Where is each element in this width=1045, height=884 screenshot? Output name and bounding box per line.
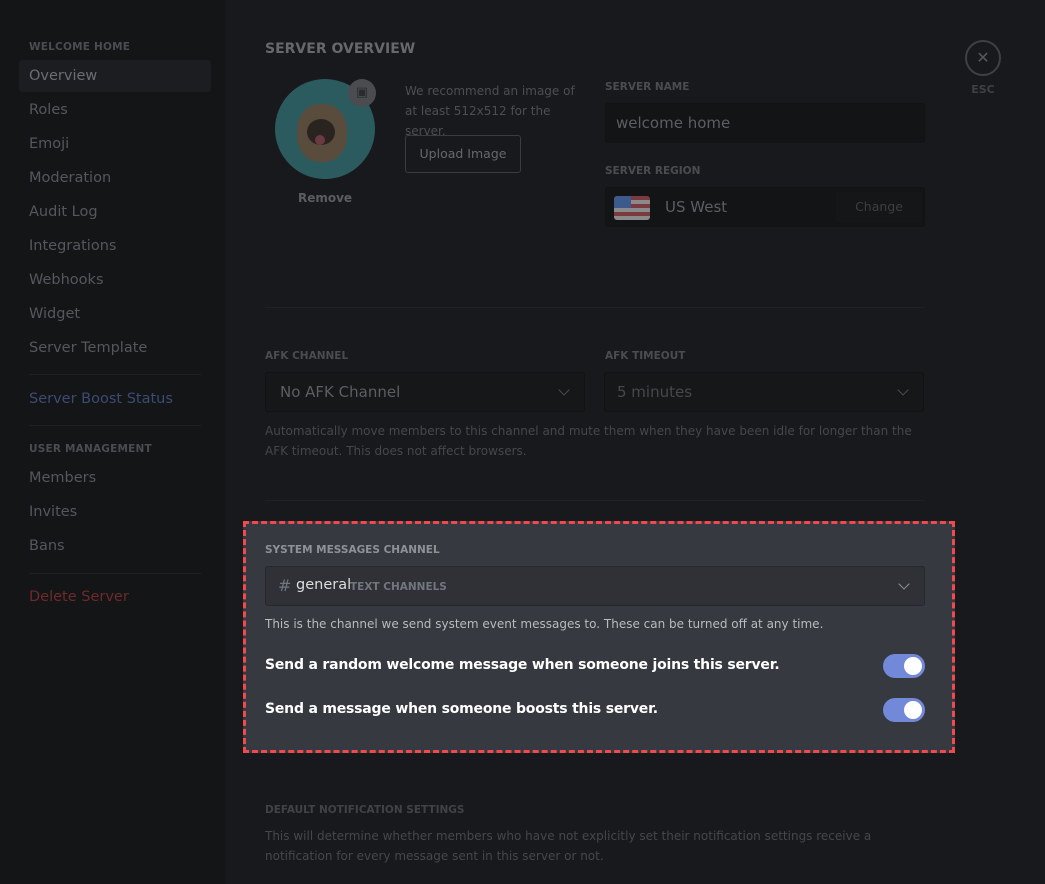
sidebar-item-server-template[interactable]: Server Template [19,332,211,364]
sidebar: WELCOME HOME Overview Roles Emoji Modera… [0,0,226,884]
afk-channel-label: AFK CHANNEL [265,350,349,362]
sidebar-item-moderation[interactable]: Moderation [19,162,211,194]
divider [29,374,201,375]
sidebar-item-overview[interactable]: Overview [19,60,211,92]
user-management-header: USER MANAGEMENT [29,443,152,455]
add-image-icon[interactable]: ▣ [348,79,376,107]
sidebar-item-delete-server[interactable]: Delete Server [19,581,211,613]
system-messages-section: SYSTEM MESSAGES CHANNEL # general TEXT C… [243,521,955,753]
sidebar-item-integrations[interactable]: Integrations [19,230,211,262]
afk-timeout-value: 5 minutes [617,383,693,401]
close-icon[interactable]: ✕ [965,40,1001,76]
sidebar-item-widget[interactable]: Widget [19,298,211,330]
afk-channel-select[interactable]: No AFK Channel [265,372,585,412]
sidebar-item-members[interactable]: Members [19,462,211,494]
divider [265,307,925,308]
chevron-down-icon [558,384,570,396]
page-title: SERVER OVERVIEW [265,41,416,57]
server-name-header: WELCOME HOME [29,41,131,53]
server-region-label: SERVER REGION [605,165,701,177]
sidebar-item-bans[interactable]: Bans [19,530,211,562]
notification-help-text: This will determine whether members who … [265,829,872,863]
sidebar-item-server-boost[interactable]: Server Boost Status [19,383,211,415]
afk-timeout-select[interactable]: 5 minutes [604,372,924,412]
change-region-button[interactable]: Change [836,192,922,222]
sidebar-item-webhooks[interactable]: Webhooks [19,264,211,296]
divider [29,573,201,574]
us-flag-icon [614,196,650,220]
server-name-label: SERVER NAME [605,81,690,93]
welcome-message-label: Send a random welcome message when someo… [265,657,780,673]
hash-icon: # [278,576,292,595]
chevron-down-icon [897,384,909,396]
image-recommendation: We recommend an image of at least 512x51… [405,84,575,138]
notification-settings-label: DEFAULT NOTIFICATION SETTINGS [265,804,465,816]
esc-label: ESC [971,83,995,96]
chevron-down-icon [898,578,910,590]
sidebar-item-invites[interactable]: Invites [19,496,211,528]
sidebar-item-emoji[interactable]: Emoji [19,128,211,160]
boost-message-toggle[interactable] [883,698,925,722]
system-channel-select[interactable]: # general TEXT CHANNELS [265,566,925,606]
channel-name: general [296,577,352,593]
region-value: US West [665,198,728,216]
server-region-select[interactable]: US West Change [605,187,925,227]
system-channel-help: This is the channel we send system event… [265,617,824,631]
server-name-input[interactable]: welcome home [605,103,925,143]
sidebar-item-roles[interactable]: Roles [19,94,211,126]
sidebar-item-audit-log[interactable]: Audit Log [19,196,211,228]
afk-timeout-label: AFK TIMEOUT [605,350,686,362]
afk-channel-value: No AFK Channel [280,383,401,401]
afk-help-text: Automatically move members to this chann… [265,424,912,458]
divider [265,500,925,501]
remove-image-link[interactable]: Remove [275,191,375,205]
channel-category: TEXT CHANNELS [350,581,447,593]
divider [29,425,201,426]
boost-message-label: Send a message when someone boosts this … [265,701,658,717]
upload-image-button[interactable]: Upload Image [405,135,521,173]
welcome-message-toggle[interactable] [883,654,925,678]
system-channel-label: SYSTEM MESSAGES CHANNEL [265,544,440,556]
